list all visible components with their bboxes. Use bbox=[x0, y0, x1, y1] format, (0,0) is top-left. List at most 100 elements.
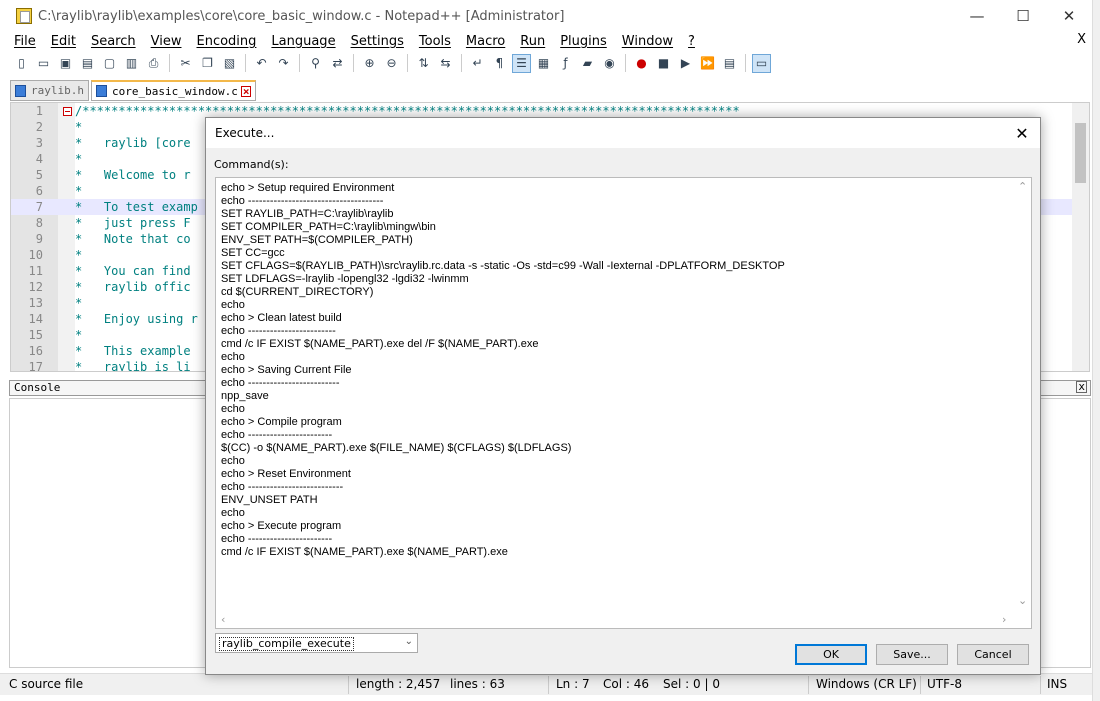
command-line: echo bbox=[221, 351, 245, 363]
menu-plugins[interactable]: Plugins bbox=[551, 34, 613, 49]
stop-record-icon[interactable]: ■ bbox=[654, 54, 673, 73]
tab-core-basic-window[interactable]: core_basic_window.c × bbox=[90, 80, 257, 101]
toolbar-separator bbox=[169, 54, 170, 72]
menu-language[interactable]: Language bbox=[262, 34, 341, 49]
paste-icon[interactable]: ▧ bbox=[220, 54, 239, 73]
status-ln: Ln : 7 bbox=[556, 677, 590, 691]
commands-horizontal-scrollbar[interactable]: ‹ › bbox=[216, 611, 1016, 628]
document-tabs: raylib.h core_basic_window.c × bbox=[10, 80, 258, 101]
save-button[interactable]: Save... bbox=[876, 644, 948, 665]
command-line: echo bbox=[221, 299, 245, 311]
save-icon[interactable]: ▣ bbox=[56, 54, 75, 73]
doc-map-icon[interactable]: ▦ bbox=[534, 54, 553, 73]
close-document-button[interactable]: X bbox=[1077, 32, 1086, 47]
show-all-chars-icon[interactable]: ¶ bbox=[490, 54, 509, 73]
dialog-title: Execute... bbox=[215, 126, 275, 140]
dialog-close-button[interactable]: ✕ bbox=[1012, 123, 1032, 143]
cancel-button[interactable]: Cancel bbox=[957, 644, 1029, 665]
fold-collapse-icon[interactable] bbox=[63, 107, 72, 116]
toolbar-separator bbox=[299, 54, 300, 72]
code-text: * bbox=[75, 248, 83, 262]
minimize-button[interactable]: — bbox=[954, 0, 1000, 32]
command-line: echo -----------------------------------… bbox=[221, 195, 384, 207]
code-text: * Note that co bbox=[75, 232, 191, 246]
notepadpp-app-icon bbox=[16, 8, 32, 24]
save-macro-icon[interactable]: ▤ bbox=[720, 54, 739, 73]
print-icon[interactable]: ⎙ bbox=[144, 54, 163, 73]
saved-command-dropdown[interactable]: raylib_compile_execute ⌄ bbox=[215, 633, 418, 653]
save-all-icon[interactable]: ▤ bbox=[78, 54, 97, 73]
command-line: echo > Compile program bbox=[221, 416, 342, 428]
menu-run[interactable]: Run bbox=[511, 34, 551, 49]
indent-guide-icon[interactable]: ☰ bbox=[512, 53, 531, 73]
command-line: cmd /c IF EXIST $(NAME_PART).exe del /F … bbox=[221, 338, 539, 350]
command-line: cd $(CURRENT_DIRECTORY) bbox=[221, 286, 374, 298]
sync-horizontal-icon[interactable]: ⇆ bbox=[436, 54, 455, 73]
status-bar: C source file length : 2,457 lines : 63 … bbox=[0, 673, 1092, 695]
console-close-button[interactable]: x bbox=[1076, 381, 1087, 393]
scrollbar-thumb[interactable] bbox=[1075, 123, 1086, 183]
menu-edit[interactable]: Edit bbox=[42, 34, 82, 49]
run-macro-multiple-icon[interactable]: ⏩ bbox=[698, 54, 717, 73]
monitoring-icon[interactable]: ◉ bbox=[600, 54, 619, 73]
tab-raylib-h[interactable]: raylib.h bbox=[10, 80, 89, 101]
commands-vertical-scrollbar[interactable]: ⌃ ⌄ bbox=[1015, 178, 1031, 610]
menu-tools[interactable]: Tools bbox=[410, 34, 457, 49]
menu-settings[interactable]: Settings bbox=[342, 34, 410, 49]
ok-button[interactable]: OK bbox=[795, 644, 867, 665]
menu-window[interactable]: Window bbox=[613, 34, 679, 49]
commands-textarea[interactable]: echo > Setup required Environment echo --… bbox=[215, 177, 1032, 629]
find-icon[interactable]: ⚲ bbox=[306, 54, 325, 73]
cut-icon[interactable]: ✂ bbox=[176, 54, 195, 73]
folder-workspace-icon[interactable]: ▰ bbox=[578, 54, 597, 73]
word-wrap-icon[interactable]: ↵ bbox=[468, 54, 487, 73]
menu-view[interactable]: View bbox=[142, 34, 188, 49]
tab-label: raylib.h bbox=[31, 84, 84, 97]
menu-search[interactable]: Search bbox=[82, 34, 142, 49]
code-text: * bbox=[75, 296, 83, 310]
maximize-button[interactable]: ☐ bbox=[1000, 0, 1046, 32]
code-text: * You can find bbox=[75, 264, 191, 278]
dialog-title-bar: Execute... ✕ bbox=[206, 118, 1040, 148]
zoom-out-icon[interactable]: ⊖ bbox=[382, 54, 401, 73]
tab-label: core_basic_window.c bbox=[111, 84, 238, 98]
redo-icon[interactable]: ↷ bbox=[274, 54, 293, 73]
menu-encoding[interactable]: Encoding bbox=[187, 34, 262, 49]
scroll-up-icon[interactable]: ⌃ bbox=[1018, 180, 1027, 193]
close-window-button[interactable]: ✕ bbox=[1046, 0, 1092, 32]
copy-icon[interactable]: ❐ bbox=[198, 54, 217, 73]
scroll-down-icon[interactable]: ⌄ bbox=[1018, 594, 1027, 607]
line-number: 9 bbox=[35, 232, 43, 246]
undo-icon[interactable]: ↶ bbox=[252, 54, 271, 73]
scroll-right-icon[interactable]: › bbox=[1002, 613, 1006, 626]
editor-vertical-scrollbar[interactable] bbox=[1072, 103, 1089, 371]
status-col: Col : 46 bbox=[603, 677, 649, 691]
scroll-left-icon[interactable]: ‹ bbox=[221, 613, 225, 626]
menu-macro[interactable]: Macro bbox=[457, 34, 511, 49]
record-macro-icon[interactable]: ● bbox=[632, 54, 651, 73]
close-icon[interactable]: ▢ bbox=[100, 54, 119, 73]
command-line: echo > Saving Current File bbox=[221, 364, 352, 376]
command-line: echo -------------------------- bbox=[221, 481, 344, 493]
function-list-icon[interactable]: ƒ bbox=[556, 54, 575, 73]
new-file-icon[interactable]: ▯ bbox=[12, 54, 31, 73]
open-file-icon[interactable]: ▭ bbox=[34, 54, 53, 73]
commands-text: echo > Setup required Environment echo --… bbox=[221, 182, 785, 559]
command-line: echo ------------------------- bbox=[221, 377, 340, 389]
menu-help[interactable]: ? bbox=[679, 34, 701, 49]
command-line: echo ----------------------- bbox=[221, 429, 333, 441]
line-number: 4 bbox=[35, 152, 43, 166]
play-macro-icon[interactable]: ▶ bbox=[676, 54, 695, 73]
menu-file[interactable]: File bbox=[0, 34, 42, 49]
close-all-icon[interactable]: ▥ bbox=[122, 54, 141, 73]
toolbar-separator bbox=[625, 54, 626, 72]
line-number: 2 bbox=[35, 120, 43, 134]
replace-icon[interactable]: ⇄ bbox=[328, 54, 347, 73]
chevron-down-icon[interactable]: ⌄ bbox=[405, 636, 413, 647]
zoom-in-icon[interactable]: ⊕ bbox=[360, 54, 379, 73]
toolbar-separator bbox=[245, 54, 246, 72]
console-icon[interactable]: ▭ bbox=[752, 53, 771, 73]
sync-vertical-icon[interactable]: ⇅ bbox=[414, 54, 433, 73]
command-line: cmd /c IF EXIST $(NAME_PART).exe $(NAME_… bbox=[221, 546, 508, 558]
close-tab-icon[interactable]: × bbox=[240, 85, 252, 97]
